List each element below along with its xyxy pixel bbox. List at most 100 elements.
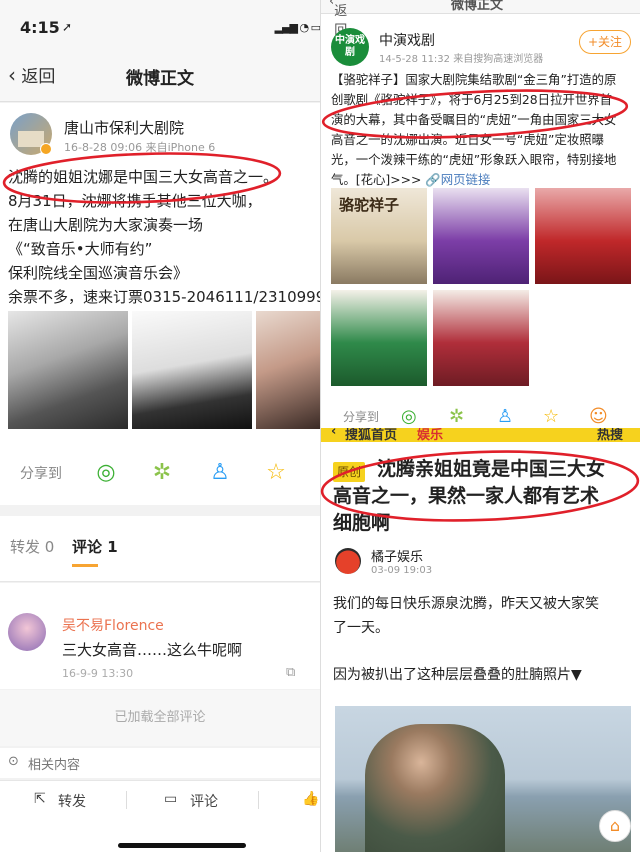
headline-line: 细胞啊: [333, 512, 391, 534]
repost-icon[interactable]: ⇱: [34, 791, 46, 807]
sohu-article-screen: ‹ 搜狐首页 娱乐 热搜 沈腾亲姐姐竟是中国三大女 高音之一，果然一家人都有艺术…: [320, 428, 640, 852]
post-text: 沈腾的姐姐沈娜是中国三大女高音之一。 8月31日，沈娜将携手其他三位大咖， 在唐…: [8, 165, 320, 309]
divider: [126, 791, 127, 809]
headline-line-text: 沈腾亲姐姐竟是中国三大女: [377, 458, 606, 480]
nav-bar: ‹ 返回 微博正文: [0, 48, 320, 102]
article-photo[interactable]: [335, 706, 631, 852]
tab-repost[interactable]: 转发 0: [10, 536, 54, 557]
weibo-left-screen: 4:15 ➚ ▂▄▆ ◔ ▭ ‹ 返回 微博正文 唐山市保利大剧院 16-8-2…: [0, 0, 320, 852]
comment-time: 16-9-9 13:30: [62, 667, 134, 680]
post-line: 8月31日，沈娜将携手其他三位大咖，: [8, 192, 262, 210]
qq-icon[interactable]: ♙: [497, 406, 513, 427]
post-line: 创歌剧《骆驼祥子》，将于6月25到28日拉开世界首: [331, 92, 613, 107]
comment-text: 三大女高音……这么牛呢啊: [62, 641, 243, 659]
comment-icon[interactable]: ▭: [164, 791, 177, 807]
post-line-text: 气。[花心]>>>: [331, 172, 422, 187]
comment-button[interactable]: 评论: [190, 791, 218, 811]
person-photo: [365, 724, 505, 852]
signal-icons: ▂▄▆ ◔ ▭: [274, 21, 320, 34]
wechat-icon[interactable]: ◎: [92, 459, 120, 487]
chevron-left-icon[interactable]: ‹: [331, 428, 336, 439]
share-external-icon[interactable]: ⧉: [286, 665, 295, 680]
share-label: 分享到: [20, 466, 62, 482]
post-line: 在唐山大剧院为大家演奏一场: [8, 216, 204, 234]
link-icon[interactable]: 🔗: [425, 172, 440, 187]
status-time: 4:15: [20, 18, 60, 37]
post-meta: 16-8-28 09:06 来自iPhone 6: [64, 141, 216, 154]
web-link[interactable]: 网页链接: [441, 172, 491, 187]
author-name[interactable]: 橘子娱乐: [371, 546, 423, 565]
post-line: 光，一个泼辣干练的“虎妞”形象跃入眼帘，特别接地: [331, 152, 617, 167]
poster-title: 骆驼祥子: [339, 196, 400, 214]
nav-bar: ‹ 返回 微博正文: [321, 0, 640, 38]
page-title: 微博正文: [451, 0, 504, 13]
article-date: 03-09 19:03: [371, 565, 433, 576]
post-line: 高音之一的沈娜出演。近日女一号“虎妞”定妆照曝: [331, 132, 605, 147]
avatar[interactable]: [335, 548, 361, 574]
share-row: 分享到 ◎ ✲ ♙ ☆ ☺: [321, 406, 640, 428]
comment-tabs: 转发 0 评论 1: [0, 516, 320, 582]
post-image-poster[interactable]: 骆驼祥子: [331, 188, 427, 284]
article-paragraph: 因为被扒出了这种层层叠叠的肚腩照片▼: [333, 667, 582, 683]
favorite-star-icon[interactable]: ☆: [262, 459, 290, 487]
article-headline: 沈腾亲姐姐竟是中国三大女 高音之一，果然一家人都有艺术 细胞啊: [333, 456, 639, 537]
verified-badge-icon: [40, 143, 52, 155]
tab-comment[interactable]: 评论 1: [72, 536, 118, 557]
moments-icon[interactable]: ✲: [148, 459, 176, 487]
sohu-top-bar: ‹ 搜狐首页 娱乐 热搜: [321, 428, 640, 443]
post-line: 余票不多，速来订票0315-2046111/2310999: [8, 288, 320, 306]
all-comments-loaded: 已加载全部评论: [0, 690, 320, 746]
weibo-right-screen: ‹ 返回 微博正文 中演戏剧 中演戏剧 14-5-28 11:32 来自搜狗高速…: [320, 0, 640, 428]
post-image-green-costume[interactable]: [331, 290, 427, 386]
commenter-name[interactable]: 吴不易Florence: [62, 615, 164, 635]
post-line: 【骆驼祥子】国家大剧院集结歌剧“金三角”打造的原: [331, 72, 617, 87]
comment-item: 吴不易Florence 三大女高音……这么牛呢啊 16-9-9 13:30 ⧉: [0, 583, 320, 689]
page-title: 微博正文: [126, 69, 194, 89]
poster-name[interactable]: 中演戏剧: [379, 30, 435, 50]
favorite-star-icon[interactable]: ☆: [543, 406, 559, 427]
related-content[interactable]: ⊙ 相关内容: [0, 748, 320, 778]
follow-button[interactable]: +关注: [579, 30, 631, 54]
post-line: 《“致音乐•大师有约”: [8, 240, 153, 258]
post-image-purple-costume[interactable]: [433, 188, 529, 284]
post-meta: 14-5-28 11:32 来自搜狗高速浏览器: [379, 54, 544, 65]
nav-hot-search[interactable]: 热搜: [597, 428, 623, 443]
moments-icon[interactable]: ✲: [449, 406, 464, 427]
qq-icon[interactable]: ♙: [206, 459, 234, 487]
article-paragraph: 我们的每日快乐源泉沈腾，昨天又被大家笑 了一天。: [333, 592, 633, 640]
post-text: 【骆驼祥子】国家大剧院集结歌剧“金三角”打造的原 创歌剧《骆驼祥子》，将于6月2…: [331, 70, 637, 190]
headline-line: 高音之一，果然一家人都有艺术: [333, 485, 600, 507]
post-image-woman-photo[interactable]: [256, 311, 320, 429]
repost-button[interactable]: 转发: [58, 791, 86, 811]
post-line: 沈腾的姐姐沈娜是中国三大女高音之一。: [8, 168, 279, 186]
nav-sohu-home[interactable]: 搜狐首页: [345, 428, 397, 443]
divider: [258, 791, 259, 809]
nav-entertainment[interactable]: 娱乐: [417, 428, 443, 443]
bottom-action-bar: ⇱ 转发 ▭ 评论 👍: [0, 780, 320, 852]
poster-name[interactable]: 唐山市保利大剧院: [64, 117, 184, 138]
original-badge: 原创: [333, 462, 366, 482]
back-button[interactable]: ‹ 返回: [329, 0, 347, 38]
wechat-icon[interactable]: ◎: [401, 406, 417, 427]
location-arrow-icon: ➚: [62, 20, 73, 34]
status-bar: 4:15 ➚ ▂▄▆ ◔ ▭: [0, 0, 320, 48]
location-pin-icon: ⊙: [8, 754, 19, 769]
post-line: 保利院线全国巡演音乐会》: [8, 264, 189, 282]
like-thumb-icon[interactable]: 👍: [302, 791, 319, 807]
post-line: 演的大幕，其中备受瞩目的“虎妞”一角由国家三大女: [331, 112, 617, 127]
post-image-red-costume[interactable]: [535, 188, 631, 284]
home-icon[interactable]: ⌂: [599, 810, 631, 842]
share-row: 分享到 ◎ ✲ ♙ ☆: [0, 453, 320, 493]
post-image-red-jacket[interactable]: [433, 290, 529, 386]
post-image-cellist-photo[interactable]: [132, 311, 252, 429]
post-image-man-photo[interactable]: [8, 311, 128, 429]
home-indicator: [118, 843, 246, 848]
paragraph-line: 了一天。: [333, 620, 389, 636]
headline-line: 沈腾亲姐姐竟是中国三大女: [333, 456, 639, 483]
commenter-avatar[interactable]: [8, 613, 46, 651]
paragraph-line: 我们的每日快乐源泉沈腾，昨天又被大家笑: [333, 596, 599, 612]
weibo-share-icon[interactable]: ☺: [589, 406, 608, 427]
active-tab-indicator: [72, 564, 98, 567]
post-line: 气。[花心]>>> 🔗网页链接: [331, 170, 637, 190]
avatar[interactable]: 中演戏剧: [331, 28, 369, 66]
